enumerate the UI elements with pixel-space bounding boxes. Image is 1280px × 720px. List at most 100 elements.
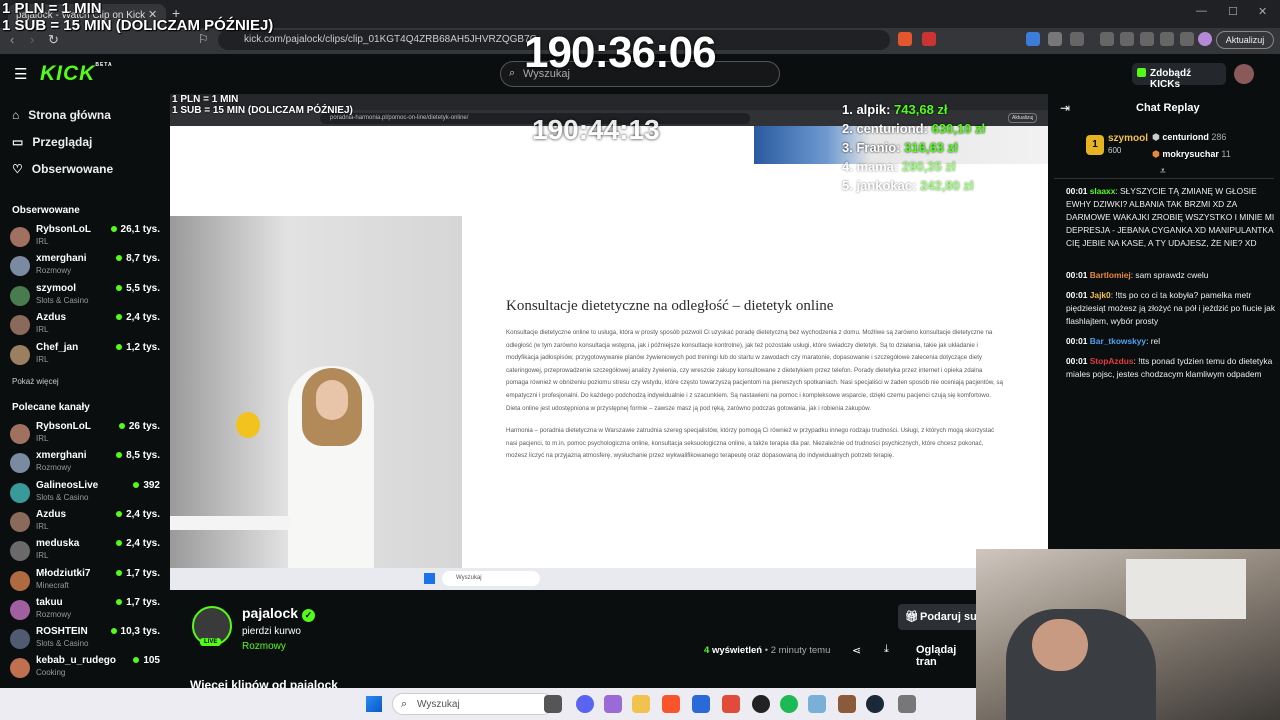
windows-start-icon[interactable]	[366, 696, 382, 712]
viewer-count: 10,3 tys.	[110, 626, 160, 637]
followed-channel[interactable]: xmerghani Rozmowy 8,7 tys.	[10, 253, 160, 281]
channel-category: IRL	[36, 551, 49, 561]
view-stats: 4 wyświetleń • 2 minuty temu	[704, 645, 831, 656]
close-window-icon[interactable]: ✕	[1258, 5, 1267, 18]
watch-stream-button[interactable]: Oglądaj tran	[916, 644, 976, 668]
store-icon[interactable]	[692, 695, 710, 713]
stream-timer: 190:36:06	[524, 28, 717, 77]
file-explorer-icon[interactable]	[632, 695, 650, 713]
app-icon[interactable]	[838, 695, 856, 713]
puzzle-icon[interactable]	[1048, 32, 1062, 46]
recommended-channel[interactable]: Młodziutki7 Minecraft 1,7 tys.	[10, 568, 160, 596]
share-icon[interactable]: ⋖	[852, 644, 861, 657]
calculator-icon[interactable]	[898, 695, 916, 713]
favorites-icon[interactable]	[1160, 32, 1174, 46]
copilot-icon[interactable]	[1140, 32, 1154, 46]
message-time: 00:01	[1066, 336, 1088, 346]
message-user[interactable]: Jajk0	[1090, 290, 1111, 300]
task-view-icon[interactable]	[544, 695, 562, 713]
taskbar-search-text: Wyszukaj	[417, 699, 460, 710]
menu-icon[interactable]: ☰	[14, 65, 27, 83]
channel-category[interactable]: Rozmowy	[242, 641, 286, 652]
chat-divider	[1054, 178, 1274, 179]
chat-message: 00:01 slaaxx: SŁYSZYCIE TĄ ZMIANĘ W GŁOS…	[1066, 186, 1275, 248]
recommended-channel[interactable]: Azdus IRL 2,4 tys.	[10, 509, 160, 537]
live-dot	[116, 540, 123, 547]
download-icon[interactable]: ⤓	[884, 643, 889, 656]
viewer-count: 1,7 tys.	[116, 597, 160, 608]
recommended-channel[interactable]: GalineosLive Slots & Casino 392	[10, 480, 160, 508]
viewer-count-value: 5,5 tys.	[126, 282, 160, 294]
recommended-channel[interactable]: xmerghani Rozmowy 8,5 tys.	[10, 450, 160, 478]
chevron-down-icon[interactable]: ⩡	[1160, 166, 1166, 177]
browser-icon[interactable]	[722, 695, 740, 713]
recommended-channel[interactable]: kebab_u_rudego Cooking 105	[10, 655, 160, 683]
logo-text: KICK	[40, 62, 96, 85]
taskbar-search[interactable]: ⌕ Wyszukaj	[392, 693, 554, 715]
message-user[interactable]: Bartlomiej	[1090, 270, 1131, 280]
collapse-chat-icon[interactable]: ⇥	[1060, 101, 1070, 115]
inner-taskbar-search: Wyszukaj	[442, 571, 540, 586]
forward-icon[interactable]: ›	[30, 32, 34, 47]
nav-home[interactable]: ⌂ Strona główna	[12, 108, 111, 122]
kicks-button[interactable]: Zdobądź KICKs	[1132, 63, 1226, 90]
vpn-icon[interactable]	[1180, 32, 1194, 46]
reload-icon[interactable]: ↻	[48, 32, 59, 48]
shield-icon[interactable]	[898, 32, 912, 46]
channel-category: Slots & Casino	[36, 639, 89, 649]
followed-channel[interactable]: RybsonLoL IRL 26,1 tys.	[10, 224, 160, 252]
profile-icon[interactable]	[1198, 32, 1212, 46]
recommended-channel[interactable]: meduska IRL 2,4 tys.	[10, 538, 160, 566]
message-time: 00:01	[1066, 270, 1088, 280]
channel-name[interactable]: pajalock ✓	[242, 605, 315, 622]
followed-channel[interactable]: Chef_jan IRL 1,2 tys.	[10, 342, 160, 370]
spotify-icon[interactable]	[780, 695, 798, 713]
copilot-icon[interactable]	[604, 695, 622, 713]
recommended-channel[interactable]: RybsonLoL IRL 26 tys.	[10, 421, 160, 449]
message-user[interactable]: Bar_tkowskyy	[1090, 336, 1146, 346]
home-icon: ⌂	[12, 108, 20, 122]
gift-sub-label: Podaruj su	[920, 611, 977, 623]
show-more-link[interactable]: Pokaż więcej	[12, 377, 59, 386]
followed-channel[interactable]: szymool Slots & Casino 5,5 tys.	[10, 283, 160, 311]
message-user[interactable]: StopAzdus	[1090, 356, 1134, 366]
folder-icon[interactable]	[1026, 32, 1040, 46]
clip-video-player[interactable]: poradnia-harmonia.pl/pomoc-on-line/diete…	[170, 94, 1048, 590]
recommended-channel[interactable]: ROSHTEIN Slots & Casino 10,3 tys.	[10, 626, 160, 654]
steam-icon[interactable]	[866, 695, 884, 713]
back-icon[interactable]: ‹	[10, 32, 14, 47]
extension-icon[interactable]	[922, 32, 936, 46]
stream-overlay-text: 1 PLN = 1 MIN 1 SUB = 15 MIN (DOLICZAM P…	[2, 0, 273, 34]
reading-icon[interactable]	[1120, 32, 1134, 46]
user-avatar[interactable]	[1234, 64, 1254, 84]
recommended-channel[interactable]: takuu Rozmowy 1,7 tys.	[10, 597, 160, 625]
minimize-icon[interactable]: —	[1196, 5, 1207, 17]
channel-name: xmerghani	[36, 253, 87, 265]
channel-name: ROSHTEIN	[36, 626, 88, 638]
obs-icon[interactable]	[752, 695, 770, 713]
bookmark-icon[interactable]: ⚐	[198, 32, 209, 46]
search-icon: ⌕	[509, 67, 516, 79]
followed-channel[interactable]: Azdus IRL 2,4 tys.	[10, 312, 160, 340]
leaderboard-entry: 3. Franio: 316,63 zł	[842, 138, 985, 157]
message-user[interactable]: slaaxx	[1090, 186, 1116, 196]
gift-sub-button[interactable]: 🎁︎ Podaruj su	[898, 604, 982, 630]
sidebar-toggle-icon[interactable]	[1070, 32, 1084, 46]
update-button[interactable]: Aktualizuj	[1216, 31, 1274, 49]
live-dot	[116, 284, 123, 291]
music-icon[interactable]	[1100, 32, 1114, 46]
nav-browse[interactable]: ▭ Przeglądaj	[12, 135, 92, 149]
nav-following[interactable]: ♡ Obserwowane	[12, 162, 113, 176]
brave-icon[interactable]	[662, 695, 680, 713]
discord-icon[interactable]	[576, 695, 594, 713]
viewer-count: 8,7 tys.	[116, 253, 160, 264]
viewer-count-value: 8,5 tys.	[126, 450, 160, 462]
channel-category: Cooking	[36, 668, 66, 678]
apple	[236, 412, 260, 438]
notepad-icon[interactable]	[808, 695, 826, 713]
chat-message: 00:01 StopAzdus: !tts ponad tydzien temu…	[1066, 356, 1273, 379]
chat-message: 00:01 Jajk0: !tts po co ci ta kobyła? pa…	[1066, 290, 1276, 326]
dietitian-photo	[170, 216, 462, 568]
maximize-icon[interactable]: ☐	[1228, 5, 1238, 18]
kick-logo[interactable]: KICKBETA	[40, 62, 113, 86]
